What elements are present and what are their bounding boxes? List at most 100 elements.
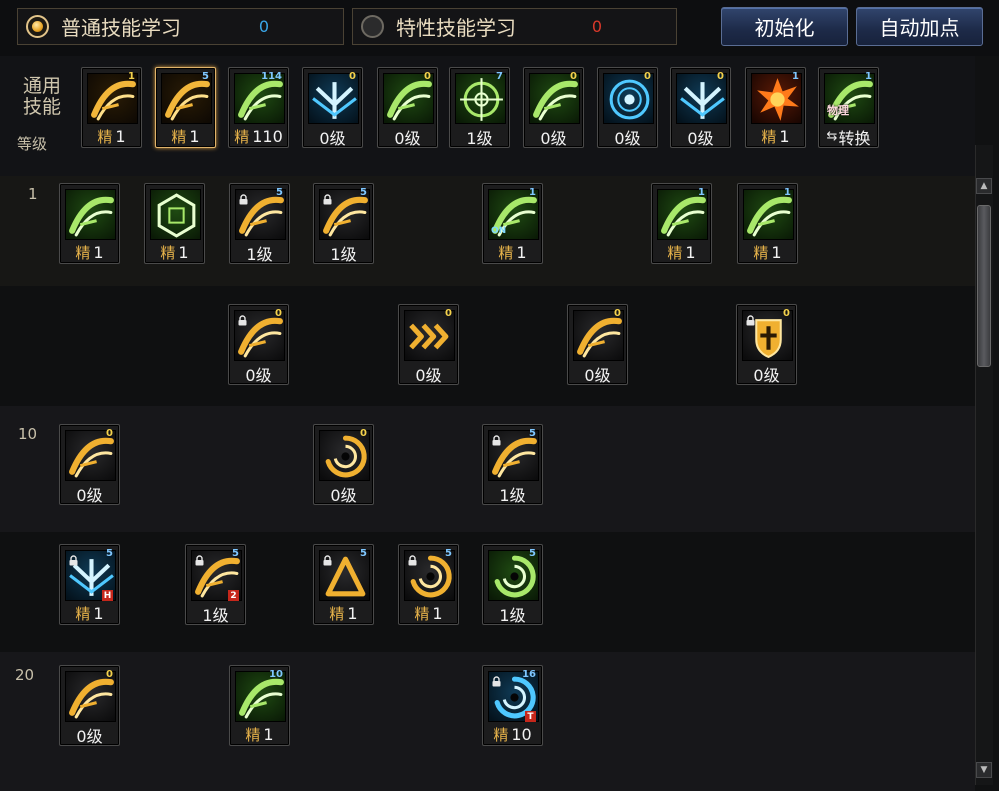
icon-caption: 物理	[827, 104, 849, 117]
skill-slot[interactable]: 0 0级	[523, 67, 584, 148]
skill-level-value: 1	[685, 243, 696, 262]
lock-icon	[491, 431, 502, 446]
max-level-badge: 0	[424, 71, 431, 82]
scroll-down-arrow-icon[interactable]: ▼	[976, 762, 992, 778]
skill-level-value: 0级	[614, 128, 641, 148]
skill-level-value: 1	[115, 127, 126, 146]
rank-mark: 精	[761, 128, 777, 146]
skill-slot[interactable]: 1精1	[81, 67, 142, 148]
skill-level-caption: 0级	[399, 362, 458, 385]
skill-slot[interactable]: 10 精 1	[229, 665, 290, 746]
rank-mark: 精	[75, 605, 91, 623]
general-skill-title: 通用 技能	[23, 75, 62, 118]
radio-unselected-icon[interactable]	[361, 15, 384, 38]
skill-level-value: 0级	[540, 128, 567, 148]
rank-mark: 精	[234, 128, 250, 146]
skill-slot[interactable]: 16 T 精 10	[482, 665, 543, 746]
max-level-badge: 0	[783, 308, 790, 319]
skill-level-caption: 精1	[738, 241, 797, 264]
skill-level-caption: 0级	[568, 362, 627, 385]
level-caption: 等级	[17, 135, 48, 153]
skill-slot[interactable]: 0 0级	[302, 67, 363, 148]
skill-slot[interactable]: 5 1级	[313, 183, 374, 264]
row-level-1: 1	[28, 185, 38, 203]
max-level-badge: 0	[360, 428, 367, 439]
skill-level-caption: 0级	[598, 125, 657, 148]
skill-level-value: 10	[511, 725, 532, 744]
skill-slot[interactable]: 5 2 1级	[185, 544, 246, 625]
skill-slot[interactable]: 1精1	[651, 183, 712, 264]
scroll-up-arrow-icon[interactable]: ▲	[976, 178, 992, 194]
skill-slot[interactable]: 0 0级	[670, 67, 731, 148]
skill-slot[interactable]: 114 精 110	[228, 67, 289, 148]
skill-slot[interactable]: 5 1级	[482, 544, 543, 625]
skill-slot[interactable]: 精1	[59, 183, 120, 264]
skill-level-value: 1级	[246, 244, 273, 264]
rank-mark: 精	[414, 605, 430, 623]
top-bar: 普通技能学习 0 特性技能学习 0 初始化 自动加点	[0, 0, 999, 56]
max-level-badge: 1	[784, 187, 791, 198]
skill-level-caption: 0级	[229, 362, 288, 385]
lock-icon	[194, 551, 205, 566]
lock-icon	[68, 551, 79, 566]
skill-slot[interactable]: 0 0级	[597, 67, 658, 148]
skill-level-caption: 0级	[314, 482, 373, 505]
skill-level-caption: 精1	[230, 723, 289, 746]
tab-normal-skill[interactable]: 普通技能学习 0	[17, 8, 344, 45]
skill-level-value: 1	[779, 127, 790, 146]
skill-level-caption: 1级	[314, 241, 373, 264]
skill-slot[interactable]: 0 0级	[377, 67, 438, 148]
max-level-badge: 5	[360, 187, 367, 198]
skill-level-caption: 精1	[156, 125, 215, 148]
skill-slot[interactable]: 5 精1	[155, 67, 216, 148]
skill-slot[interactable]: 5 精1	[313, 544, 374, 625]
skill-slot[interactable]: 0 0级	[567, 304, 628, 385]
skill-level-value: 1级	[202, 605, 229, 625]
skill-level-value: 0级	[687, 128, 714, 148]
auto-assign-button[interactable]: 自动加点	[856, 7, 983, 46]
skill-slot[interactable]: 0 0级	[313, 424, 374, 505]
tab-trait-skill[interactable]: 特性技能学习 0	[352, 8, 677, 45]
skill-slot[interactable]: 7 1级	[449, 67, 510, 148]
skill-slot[interactable]: 0 0级	[228, 304, 289, 385]
skill-slot[interactable]: 0 0级	[736, 304, 797, 385]
skill-slot[interactable]: 1精1	[745, 67, 806, 148]
skill-level-caption: 精1	[652, 241, 711, 264]
skill-level-caption: 精 10	[483, 723, 542, 746]
skill-slot[interactable]: 0 0级	[59, 665, 120, 746]
rank-mark: 精	[498, 244, 514, 262]
skill-level-caption: 精1	[82, 125, 141, 148]
toggle-on-tag: ON	[491, 226, 507, 236]
skill-level-caption: 精1	[483, 241, 542, 264]
reset-button[interactable]: 初始化	[721, 7, 848, 46]
rank-mark: 精	[493, 726, 509, 744]
skill-slot[interactable]: 5 1级	[482, 424, 543, 505]
skill-slot[interactable]: 5 1级	[229, 183, 290, 264]
skill-level-value: 1级	[499, 605, 526, 625]
normal-points: 0	[258, 17, 269, 36]
skill-level-value: 0级	[245, 365, 272, 385]
hex-rune-icon[interactable]	[150, 189, 201, 240]
max-level-badge: 5	[232, 548, 239, 559]
skill-slot[interactable]: 1 ON 精 1	[482, 183, 543, 264]
skill-slot[interactable]: 1 精1	[737, 183, 798, 264]
skill-slot[interactable]: 物理 1 ⇆ 转换	[818, 67, 879, 148]
skill-level-value: 1	[432, 604, 443, 623]
max-level-badge: 0	[106, 669, 113, 680]
corner-tag: 2	[228, 590, 239, 601]
lock-icon	[322, 551, 333, 566]
skill-slot[interactable]: 0 0级	[59, 424, 120, 505]
skill-level-caption: 0级	[303, 125, 362, 148]
max-level-badge: 1	[698, 187, 705, 198]
rain-leaves-icon[interactable]	[65, 189, 116, 240]
radio-selected-icon[interactable]	[26, 15, 49, 38]
skill-level-value: 1	[516, 243, 527, 262]
skill-slot[interactable]: 5 H精1	[59, 544, 120, 625]
skill-slot[interactable]: 5 精1	[398, 544, 459, 625]
skill-slot[interactable]: 0 0级	[398, 304, 459, 385]
scrollbar-thumb[interactable]	[977, 205, 991, 367]
rank-mark: 精	[329, 605, 345, 623]
skill-slot[interactable]: 精1	[144, 183, 205, 264]
tab-trait-label: 特性技能学习	[396, 16, 516, 40]
skill-level-value: 1	[347, 604, 358, 623]
